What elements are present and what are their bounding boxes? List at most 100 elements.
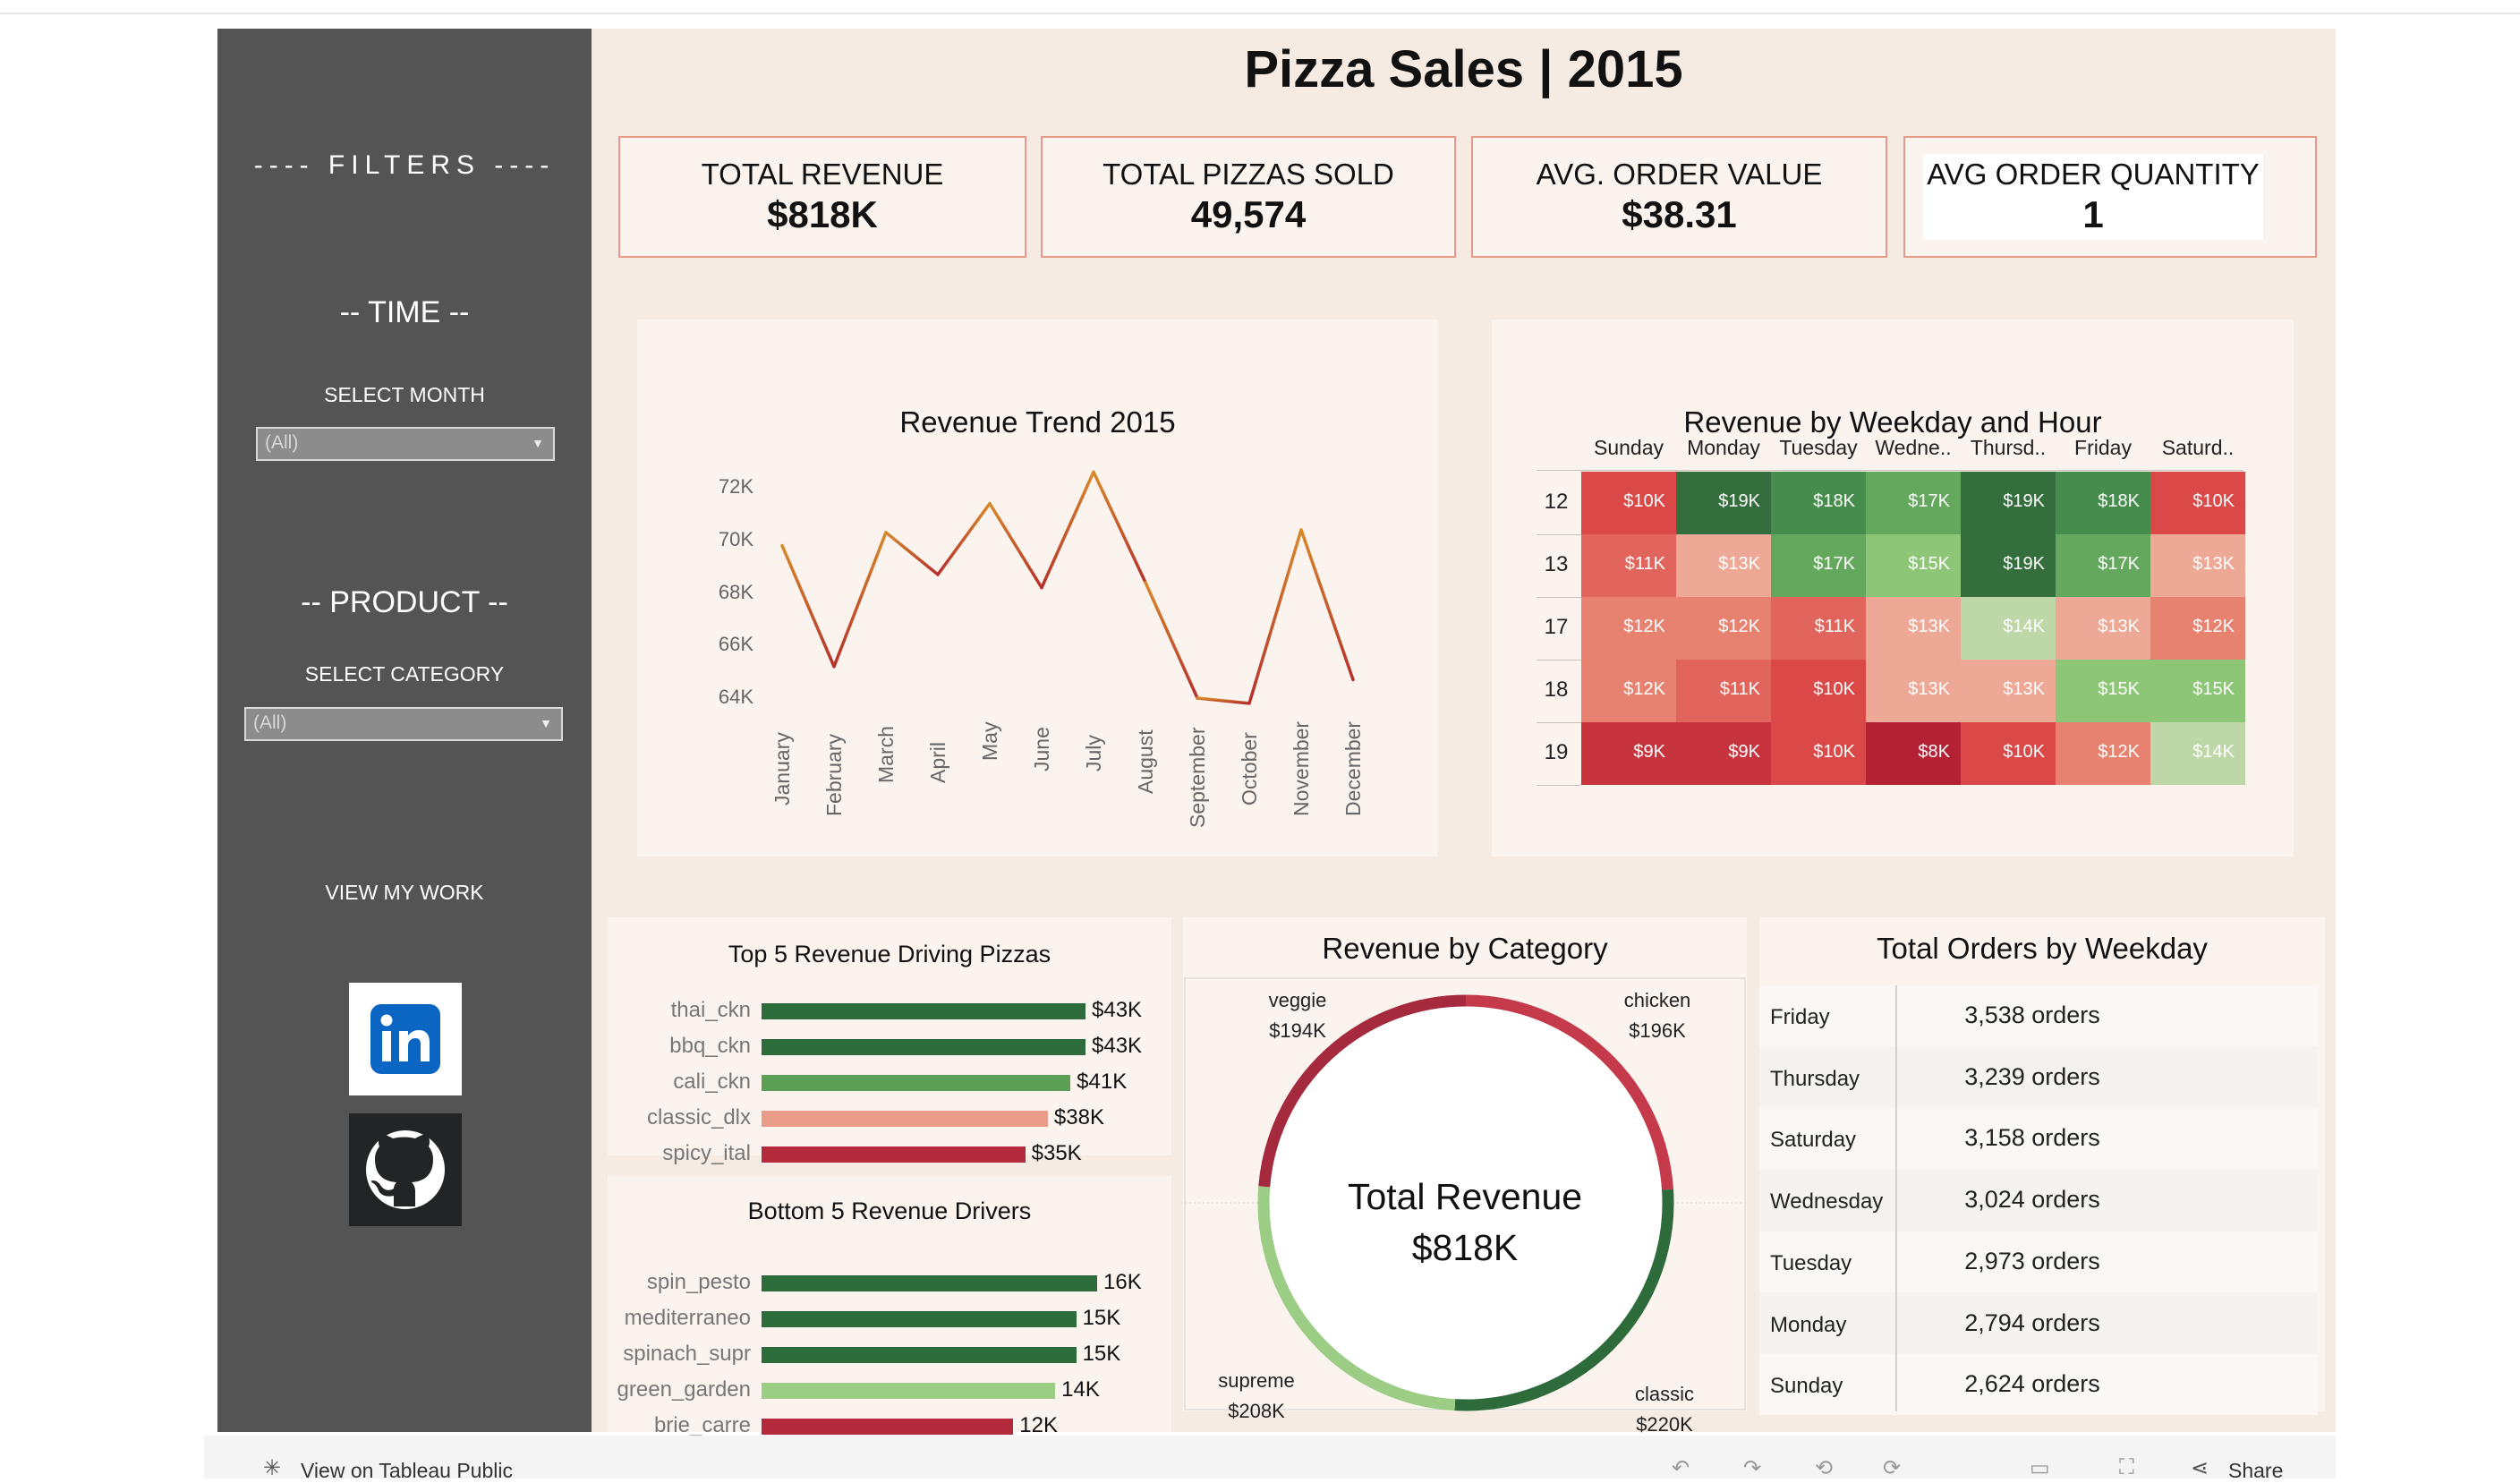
bar-value-label: $43K — [1092, 1034, 1142, 1059]
share-button[interactable]: Share — [2228, 1459, 2283, 1483]
heatmap-cell: $13K — [2056, 597, 2150, 660]
weekday-label: Monday — [1770, 1313, 1846, 1338]
heatmap-cell: $19K — [1676, 472, 1771, 534]
month-dropdown[interactable]: (All) ▼ — [256, 427, 555, 461]
redo-icon[interactable]: ↷ — [1743, 1455, 1761, 1481]
bar — [762, 1003, 1085, 1019]
bar — [762, 1075, 1070, 1091]
x-tick-label: March — [874, 726, 898, 783]
bar-value-label: 15K — [1083, 1306, 1121, 1331]
heatmap-row-label: 12 — [1538, 490, 1574, 515]
bar — [762, 1111, 1048, 1127]
heatmap-cell: $12K — [1676, 597, 1771, 660]
heatmap-row-line — [1537, 660, 1581, 661]
github-icon — [349, 1113, 462, 1226]
revenue-trend-panel: Revenue Trend 2015 64K66K68K70K72K Janua… — [637, 320, 1438, 857]
category-panel: Revenue by Category Total Revenue $818K … — [1183, 917, 1747, 1411]
heatmap-cell: $10K — [1581, 472, 1676, 534]
kpi-label: AVG. ORDER VALUE — [1473, 158, 1886, 192]
orders-panel: Total Orders by Weekday Friday3,538 orde… — [1759, 917, 2325, 1411]
tableau-toolbar: ✳ View on Tableau Public ↶ ↷ ⟲ ⟳ ▭ ⛶ ⋖ S… — [204, 1436, 2336, 1479]
heatmap-row-label: 17 — [1538, 615, 1574, 640]
bar-value-label: 14K — [1061, 1377, 1100, 1402]
heatmap-column-label: Friday — [2056, 436, 2150, 460]
view-my-work-label: VIEW MY WORK — [217, 881, 592, 905]
view-on-tableau-link[interactable]: View on Tableau Public — [301, 1459, 513, 1483]
bar-category-label: brie_carre — [608, 1413, 751, 1438]
heatmap-cell: $17K — [1866, 472, 1961, 534]
revert-icon[interactable]: ⟲ — [1815, 1455, 1833, 1481]
x-tick-label: June — [1030, 727, 1054, 771]
heatmap-cell: $13K — [1866, 597, 1961, 660]
share-icon[interactable]: ⋖ — [2191, 1455, 2209, 1481]
trend-line-segment — [990, 504, 1042, 588]
x-tick-label: May — [978, 721, 1002, 760]
kpi-avg-order-value: AVG. ORDER VALUE $38.31 — [1471, 136, 1887, 258]
orders-value: 2,624 orders — [1898, 1370, 2167, 1398]
linkedin-link[interactable] — [349, 983, 462, 1095]
fullscreen-icon[interactable]: ⛶ — [2119, 1455, 2134, 1480]
bar-value-label: $41K — [1077, 1070, 1127, 1095]
bar-category-label: classic_dlx — [608, 1105, 751, 1130]
heatmap-cell: $13K — [1676, 534, 1771, 597]
bar-category-label: cali_ckn — [608, 1070, 751, 1095]
undo-icon[interactable]: ↶ — [1672, 1455, 1690, 1481]
heatmap-column-label: Thursd.. — [1961, 436, 2056, 460]
heatmap-cell: $14K — [2150, 722, 2245, 785]
revenue-trend-chart — [637, 320, 1438, 857]
orders-value: 2,794 orders — [1898, 1309, 2167, 1337]
heatmap-cell: $12K — [1581, 597, 1676, 660]
trend-line-segment — [938, 504, 990, 575]
top5-panel: Top 5 Revenue Driving Pizzas thai_ckn $43… — [608, 917, 1171, 1155]
x-tick-label: December — [1341, 721, 1366, 816]
bar-category-label: mediterraneo — [608, 1306, 751, 1331]
category-dropdown[interactable]: (All) ▼ — [244, 707, 563, 741]
heatmap-column-label: Sunday — [1581, 436, 1676, 460]
heatmap-cell: $19K — [1961, 534, 2056, 597]
linkedin-icon — [349, 983, 462, 1095]
orders-title: Total Orders by Weekday — [1759, 932, 2325, 966]
kpi-label: TOTAL REVENUE — [620, 158, 1025, 192]
refresh-icon[interactable]: ⟳ — [1883, 1455, 1901, 1481]
heatmap-cell: $13K — [2150, 534, 2245, 597]
donut-category-label: classic — [1611, 1383, 1718, 1406]
heatmap-cell: $12K — [1581, 660, 1676, 722]
top5-title: Top 5 Revenue Driving Pizzas — [608, 941, 1171, 968]
x-tick-label: October — [1238, 732, 1262, 805]
heatmap-cell: $15K — [2150, 660, 2245, 722]
bar-category-label: thai_ckn — [608, 998, 751, 1023]
heatmap-cell: $13K — [1961, 660, 2056, 722]
heatmap-cell: $8K — [1866, 722, 1961, 785]
kpi-avg-order-quantity: AVG ORDER QUANTITY 1 — [1903, 136, 2317, 258]
github-link[interactable] — [349, 1113, 462, 1226]
kpi-label: TOTAL PIZZAS SOLD — [1043, 158, 1454, 192]
table-divider — [1895, 985, 1897, 1411]
heatmap-panel: Revenue by Weekday and Hour SundayMonday… — [1492, 320, 2294, 857]
trend-line-segment — [886, 533, 938, 575]
heatmap-cell: $15K — [2056, 660, 2150, 722]
heatmap-column-label: Monday — [1676, 436, 1771, 460]
kpi-label: AVG ORDER QUANTITY — [1923, 158, 2263, 192]
donut-value-label: $194K — [1244, 1019, 1351, 1043]
heatmap-cell: $10K — [1771, 660, 1866, 722]
bar-value-label: $35K — [1032, 1141, 1082, 1166]
orders-value: 3,158 orders — [1898, 1124, 2167, 1152]
heatmap-row-line — [1537, 534, 1581, 535]
bar — [762, 1039, 1085, 1055]
orders-value: 2,973 orders — [1898, 1248, 2167, 1275]
filters-sidebar: ---- FILTERS ---- -- TIME -- SELECT MONT… — [217, 29, 592, 1432]
weekday-label: Friday — [1770, 1005, 1830, 1030]
heatmap-column-label: Tuesday — [1771, 436, 1866, 460]
time-heading: -- TIME -- — [217, 295, 592, 330]
donut-center-label: Total Revenue — [1183, 1176, 1747, 1218]
x-tick-label: February — [822, 734, 847, 816]
heatmap-column-label: Wedne.. — [1866, 436, 1961, 460]
bottom5-panel: Bottom 5 Revenue Drivers spin_pesto16Kme… — [608, 1176, 1171, 1432]
heatmap-cell: $10K — [2150, 472, 2245, 534]
trend-line-segment — [834, 533, 886, 667]
device-icon[interactable]: ▭ — [2030, 1455, 2050, 1481]
trend-line-segment — [1042, 472, 1094, 587]
heatmap-title: Revenue by Weekday and Hour — [1492, 405, 2294, 439]
heatmap-cell: $13K — [1866, 660, 1961, 722]
chevron-down-icon: ▼ — [540, 716, 552, 730]
